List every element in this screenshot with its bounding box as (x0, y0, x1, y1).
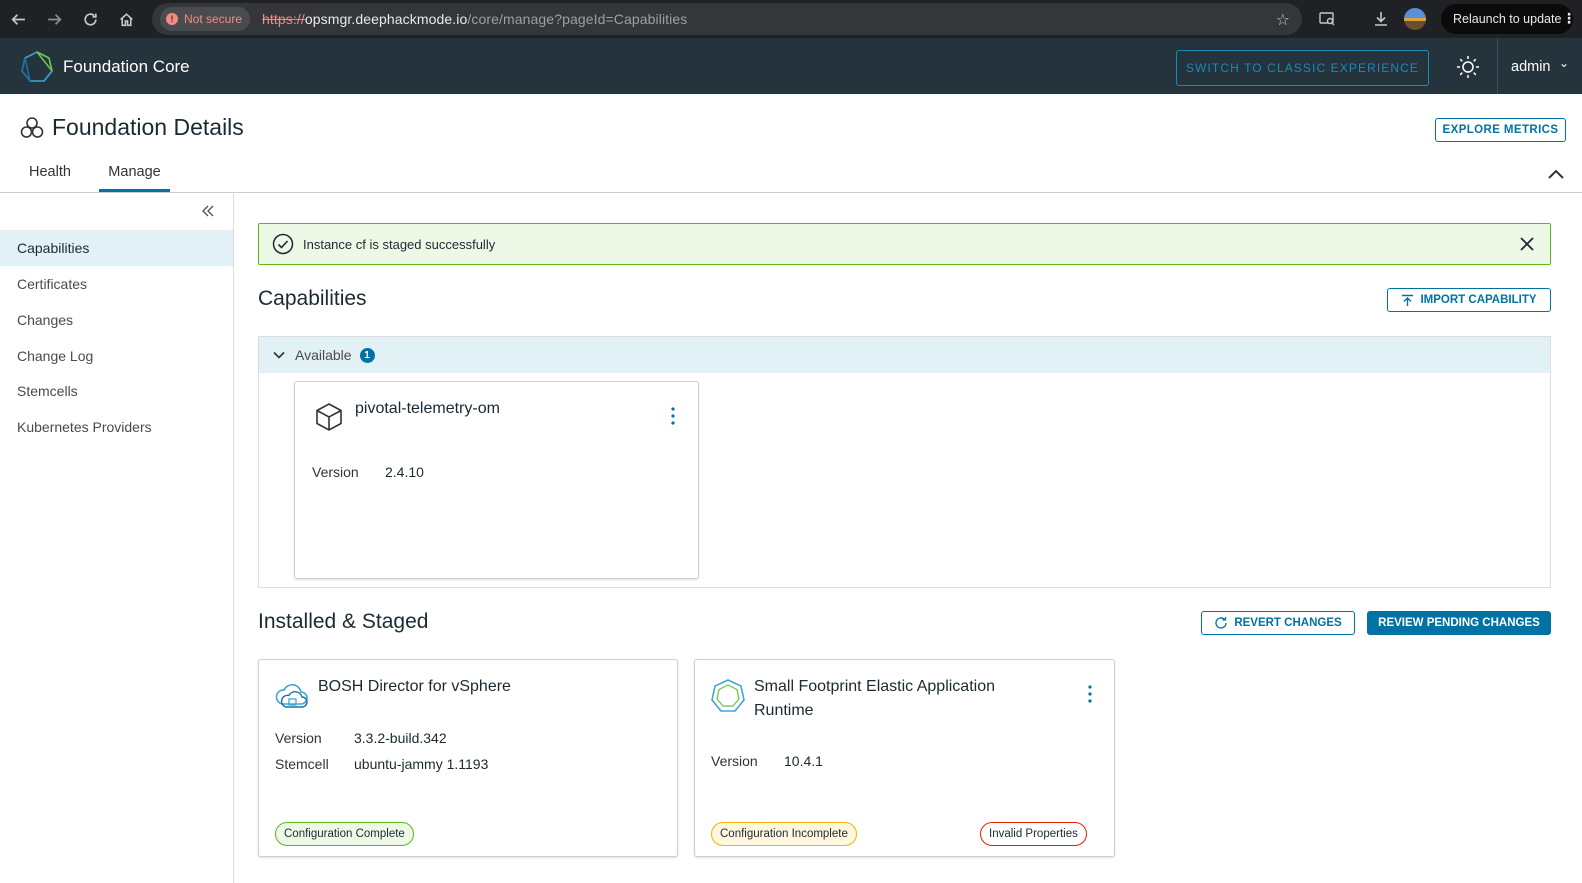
review-pending-changes-button[interactable]: REVIEW PENDING CHANGES (1367, 611, 1551, 635)
profile-avatar[interactable] (1398, 0, 1432, 38)
security-chip[interactable]: ! Not secure (160, 7, 251, 31)
tab-health[interactable]: Health (29, 164, 71, 180)
tile-name: BOSH Director for vSphere (318, 678, 511, 695)
app-header: Foundation Core SWITCH TO CLASSIC EXPERI… (0, 38, 1582, 94)
warning-badge: Invalid Properties (980, 822, 1087, 846)
close-icon[interactable] (1517, 234, 1537, 254)
url-text[interactable]: https://opsmgr.deephackmode.io/core/mana… (262, 11, 687, 27)
browser-actions (1310, 0, 1432, 38)
upload-icon (1402, 294, 1414, 306)
tile-card-small-footprint-ear[interactable]: Small Footprint Elastic Application Runt… (694, 659, 1115, 857)
capability-name: pivotal-telemetry-om (355, 400, 500, 417)
available-accordion-header[interactable]: Available 1 (259, 337, 1550, 373)
foundation-icon (20, 116, 44, 138)
sidebar-item-kubernetes-providers[interactable]: Kubernetes Providers (0, 409, 233, 445)
sidebar: Capabilities Certificates Changes Change… (0, 194, 234, 883)
explore-metrics-button[interactable]: EXPLORE METRICS (1435, 118, 1566, 142)
bosh-cloud-icon (275, 684, 308, 708)
sidebar-item-capabilities[interactable]: Capabilities (0, 230, 233, 266)
alert-message: Instance cf is staged successfully (303, 236, 496, 252)
url-host: opsmgr.deephackmode.io (304, 11, 468, 27)
version-value: 2.4.10 (385, 464, 424, 480)
version-label: Version (312, 464, 359, 480)
success-alert: Instance cf is staged successfully (258, 223, 1551, 265)
sidebar-item-stemcells[interactable]: Stemcells (0, 373, 233, 409)
sidebar-item-changes[interactable]: Changes (0, 302, 233, 338)
version-value: 10.4.1 (784, 753, 823, 769)
installed-staged-title: Installed & Staged (258, 610, 429, 633)
version-value: 3.3.2-build.342 (354, 730, 447, 746)
available-label: Available (295, 347, 352, 363)
import-capability-button[interactable]: IMPORT CAPABILITY (1387, 288, 1551, 312)
screen-search-icon[interactable] (1310, 0, 1344, 38)
import-capability-label: IMPORT CAPABILITY (1420, 294, 1537, 306)
tab-manage[interactable]: Manage (99, 164, 170, 180)
stemcell-value: ubuntu-jammy 1.1193 (354, 756, 489, 772)
sidebar-item-certificates[interactable]: Certificates (0, 266, 233, 302)
chevron-up-icon[interactable] (1546, 164, 1566, 184)
page-heading: Foundation Details (20, 114, 244, 141)
chrome-menu-icon[interactable]: ⋮ (1562, 10, 1576, 27)
tile-name-line-1: Small Footprint Elastic Application (754, 678, 995, 695)
status-badge: Configuration Incomplete (711, 822, 857, 846)
tile-name-line-2: Runtime (754, 702, 814, 719)
stemcell-label: Stemcell (275, 756, 329, 772)
status-badge: Configuration Complete (275, 822, 414, 846)
more-options-icon[interactable] (667, 406, 679, 426)
url-scheme: https:// (262, 11, 305, 27)
refresh-icon (1215, 617, 1227, 629)
success-check-icon (272, 233, 294, 255)
home-icon[interactable] (108, 0, 144, 38)
header-divider (1497, 38, 1498, 94)
capability-card[interactable]: pivotal-telemetry-om Version 2.4.10 (294, 381, 699, 579)
user-menu[interactable]: admin (1511, 59, 1551, 75)
reload-icon[interactable] (72, 0, 108, 38)
chevron-down-icon[interactable]: ⌄ (1559, 56, 1569, 70)
security-label: Not secure (184, 12, 243, 26)
warning-icon: ! (166, 13, 178, 25)
more-options-icon[interactable] (1084, 684, 1096, 704)
available-count-badge: 1 (359, 347, 375, 363)
sidebar-item-change-log[interactable]: Change Log (0, 338, 233, 374)
foundation-logo-icon (21, 51, 53, 82)
active-tab-indicator (99, 189, 170, 192)
bookmark-star-icon[interactable]: ☆ (1276, 10, 1290, 30)
page-title: Foundation Details (52, 114, 244, 140)
back-icon[interactable] (0, 0, 36, 38)
tile-card-bosh-director[interactable]: BOSH Director for vSphere Version 3.3.2-… (258, 659, 678, 857)
forward-icon[interactable] (36, 0, 72, 38)
chevron-down-icon (273, 351, 285, 359)
revert-changes-button[interactable]: REVERT CHANGES (1201, 611, 1355, 635)
package-box-icon (316, 403, 342, 431)
runtime-hexagon-icon (711, 679, 745, 712)
revert-changes-label: REVERT CHANGES (1234, 617, 1342, 629)
capabilities-title: Capabilities (258, 287, 367, 310)
url-path: /core/manage?pageId=Capabilities (467, 11, 688, 27)
version-label: Version (275, 730, 322, 746)
download-icon[interactable] (1364, 0, 1398, 38)
app-brand[interactable]: Foundation Core (63, 57, 190, 77)
page-tabs: Health Manage (0, 155, 1582, 193)
relaunch-button[interactable]: Relaunch to update (1441, 4, 1574, 34)
address-bar[interactable]: ! Not secure https://opsmgr.deephackmode… (152, 3, 1302, 35)
switch-classic-button[interactable]: SWITCH TO CLASSIC EXPERIENCE (1176, 50, 1429, 86)
double-chevron-left-icon[interactable] (201, 204, 215, 223)
theme-sun-icon[interactable] (1456, 55, 1480, 79)
version-label: Version (711, 753, 758, 769)
